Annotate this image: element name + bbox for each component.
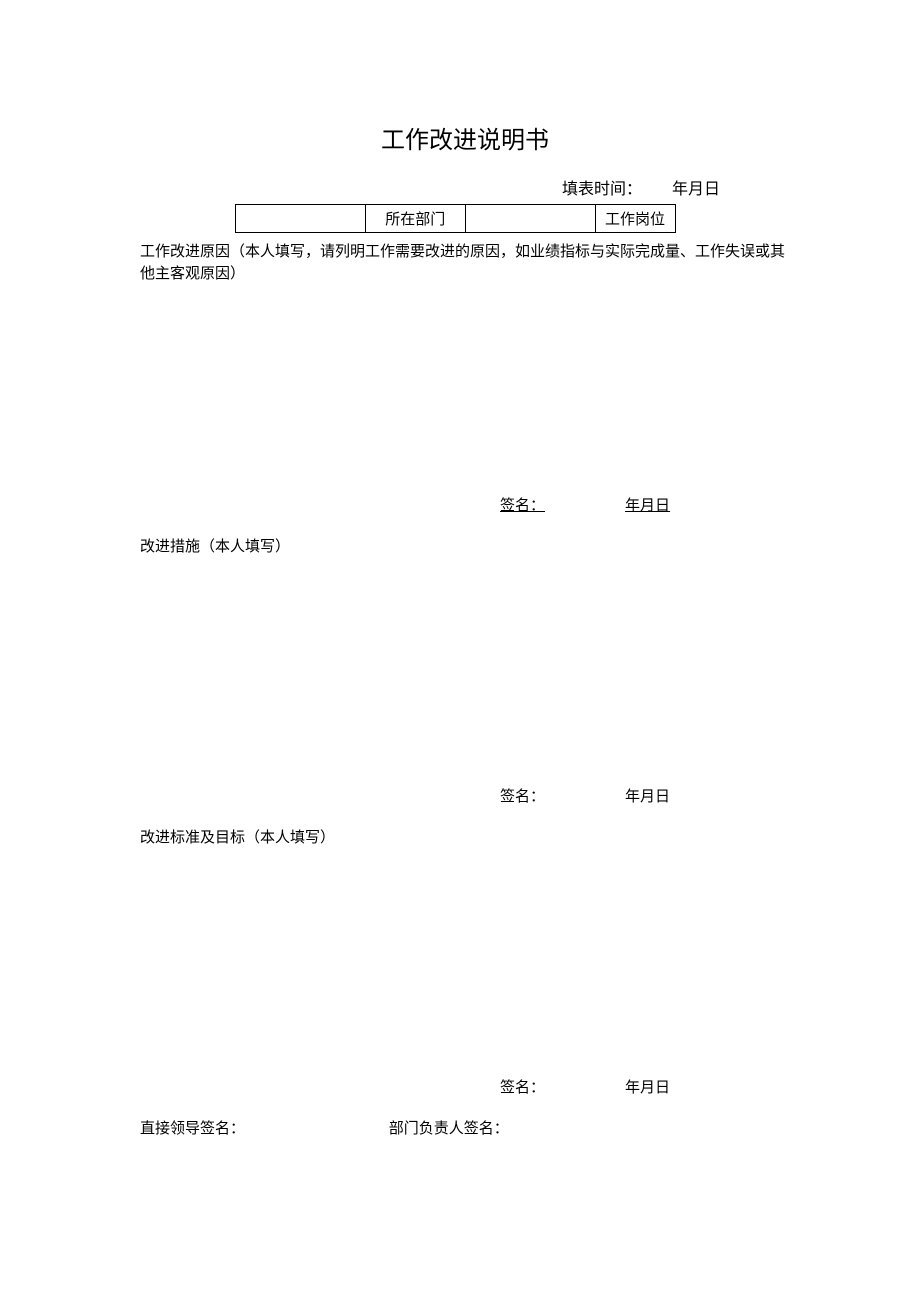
dept-value-cell[interactable] [465, 205, 595, 233]
measures-block[interactable]: 签名： 年月日 [140, 556, 790, 806]
measures-heading: 改进措施（本人填写） [140, 535, 790, 556]
fill-time-row: 填表时间： 年月日 [140, 175, 790, 199]
standards-heading: 改进标准及目标（本人填写） [140, 826, 790, 847]
page-title: 工作改进说明书 [140, 120, 790, 155]
dept-head-signature-label[interactable]: 部门负责人签名： [389, 1117, 509, 1138]
pos-label-cell: 工作岗位 [595, 205, 675, 233]
name-cell-blank[interactable] [236, 205, 366, 233]
pos-value-cell[interactable] [675, 205, 715, 233]
info-table: 所在部门 工作岗位 [235, 204, 715, 233]
leader-signature-label[interactable]: 直接领导签名： [140, 1117, 245, 1138]
sig-label: 签名： [500, 789, 545, 805]
measures-signature-line[interactable]: 签名： 年月日 [500, 785, 670, 806]
standards-block[interactable]: 签名： 年月日 [140, 847, 790, 1097]
final-signature-row: 直接领导签名： 部门负责人签名： [140, 1117, 790, 1138]
reason-prompt: 工作改进原因（本人填写，请列明工作需要改进的原因，如业绩指标与实际完成量、工作失… [140, 241, 790, 285]
sig-label: 签名： [500, 498, 545, 514]
sig-date: 年月日 [625, 1080, 670, 1096]
fill-time-date: 年月日 [672, 181, 720, 198]
reason-block[interactable]: 签名： 年月日 [140, 285, 790, 515]
sig-date: 年月日 [625, 498, 670, 514]
dept-label-cell: 所在部门 [365, 205, 465, 233]
sig-label: 签名： [500, 1080, 545, 1096]
sig-date: 年月日 [625, 789, 670, 805]
fill-time-label: 填表时间： [562, 181, 642, 198]
standards-signature-line[interactable]: 签名： 年月日 [500, 1076, 670, 1097]
reason-signature-line[interactable]: 签名： 年月日 [500, 494, 670, 515]
